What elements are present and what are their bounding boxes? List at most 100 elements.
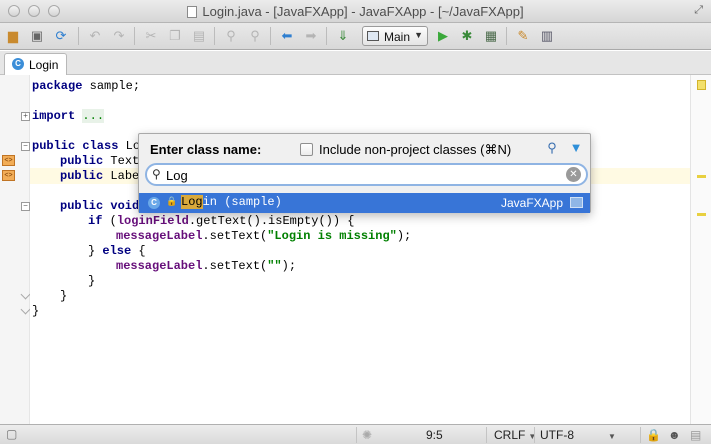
chevron-down-icon: ▼ (414, 30, 423, 40)
status-separator (486, 427, 487, 443)
coverage-icon[interactable]: ▦ (482, 27, 500, 45)
lock-icon[interactable]: 🔒 (646, 428, 661, 442)
code-line: } (88, 274, 96, 288)
line-separator-selector[interactable]: CRLF ▼ (494, 428, 536, 442)
result-item[interactable]: C 🔒 Login (sample) JavaFXApp (139, 193, 590, 213)
folded-imports[interactable]: ... (82, 109, 105, 123)
code-line: } (60, 289, 68, 303)
find-icon[interactable]: ⚲ (222, 27, 240, 45)
code-text: .setText( (202, 259, 268, 273)
inspector-icon[interactable]: ☻ (668, 428, 681, 442)
copy-icon[interactable]: ❐ (166, 27, 184, 45)
run-icon[interactable]: ▶ (434, 27, 452, 45)
toolbar-separator (326, 27, 327, 45)
status-separator (534, 427, 535, 443)
field-marker-icon[interactable]: <> (2, 155, 15, 166)
tool-windows-icon[interactable]: ▢ (6, 427, 17, 441)
result-name: Login (sample) (181, 195, 282, 209)
background-tasks-icon[interactable]: ✺ (362, 428, 372, 442)
fullscreen-icon[interactable]: ⤢ (694, 4, 703, 17)
editor-tab-bar: C Login (0, 51, 711, 75)
include-non-project-checkbox[interactable] (300, 143, 313, 156)
replace-icon[interactable]: ⚲ (246, 27, 264, 45)
encoding-selector[interactable]: UTF-8 ▼ (540, 428, 616, 442)
code-line: public class Lo (32, 139, 140, 154)
string-literal: "Login is missing" (267, 229, 397, 243)
module-icon (570, 197, 583, 208)
clear-icon[interactable]: ✕ (566, 167, 581, 182)
string-literal: "" (267, 259, 282, 273)
keyword: public (60, 169, 104, 183)
settings-icon[interactable]: ✎ (514, 27, 532, 45)
status-separator (356, 427, 357, 443)
code-line: if (loginField.getText().isEmpty()) { (88, 214, 354, 229)
goto-class-popup: Enter class name: Include non-project cl… (138, 133, 591, 213)
toolbar-separator (214, 27, 215, 45)
field-marker-icon[interactable]: <> (2, 170, 15, 181)
back-icon[interactable]: ⬅ (278, 27, 296, 45)
toolbar-separator (78, 27, 79, 45)
paste-icon[interactable]: ▤ (190, 27, 208, 45)
keyword: public (60, 154, 104, 168)
lock-icon: 🔒 (166, 196, 178, 206)
include-non-project-label[interactable]: Include non-project classes (⌘N) (319, 142, 511, 158)
code-text: .getText().isEmpty()) { (188, 214, 355, 228)
forward-icon[interactable]: ➡ (302, 27, 320, 45)
chevron-down-icon: ▼ (528, 432, 537, 441)
app-icon (367, 31, 379, 41)
error-stripe[interactable] (690, 75, 711, 424)
inspection-status-icon[interactable] (697, 80, 706, 90)
code-line: } (32, 304, 40, 318)
filter-icon[interactable]: ▼ (568, 140, 584, 156)
code-line: messageLabel.setText(""); (116, 259, 296, 274)
fold-collapse-icon[interactable]: − (21, 142, 30, 151)
toolbar-separator (134, 27, 135, 45)
class-search-input[interactable] (166, 167, 546, 183)
warning-marker[interactable] (697, 213, 706, 216)
title-bar: Login.java - [JavaFXApp] - JavaFXApp - [… (0, 0, 711, 23)
main-toolbar: ▆ ▣ ⟳ ↶ ↷ ✂ ❐ ▤ ⚲ ⚲ ⬅ ➡ ⇓ Main ▼ ▶ ✱ ▦ ✎… (0, 23, 711, 50)
keyword: if (88, 214, 103, 228)
search-options-icon[interactable]: ⚲ (544, 140, 560, 156)
caret-position[interactable]: 9:5 (426, 428, 443, 442)
keyword: public void (60, 199, 140, 213)
code-line: package sample; (32, 79, 140, 94)
class-search-box: ⚲ ✕ (145, 163, 588, 186)
code-text: Text (103, 154, 140, 168)
class-icon: C (148, 197, 160, 209)
editor-gutter (0, 75, 30, 424)
encoding-value: UTF-8 (540, 428, 574, 442)
field-ref: messageLabel (116, 229, 203, 243)
run-configuration-label: Main (384, 30, 411, 44)
save-icon[interactable]: ▣ (28, 27, 46, 45)
fold-expand-icon[interactable]: + (21, 112, 30, 121)
result-rest: in (sample) (202, 195, 282, 209)
fold-collapse-icon[interactable]: − (21, 202, 30, 211)
make-project-icon[interactable]: ⇓ (334, 27, 352, 45)
event-log-icon[interactable]: ▤ (690, 428, 701, 442)
toolbar-separator (270, 27, 271, 45)
window-title-row: Login.java - [JavaFXApp] - JavaFXApp - [… (0, 4, 711, 19)
popup-title: Enter class name: (150, 142, 262, 157)
project-structure-icon[interactable]: ▥ (538, 27, 556, 45)
code-line: public void (60, 199, 139, 214)
run-configuration-select[interactable]: Main ▼ (362, 26, 428, 46)
warning-marker[interactable] (697, 175, 706, 178)
field-ref: messageLabel (116, 259, 203, 273)
tab-label: Login (29, 58, 59, 72)
debug-icon[interactable]: ✱ (458, 27, 476, 45)
tab-login[interactable]: C Login (4, 53, 67, 75)
redo-icon[interactable]: ↷ (110, 27, 128, 45)
open-folder-icon[interactable]: ▆ (4, 27, 22, 45)
sync-icon[interactable]: ⟳ (52, 27, 70, 45)
code-text: Lo (118, 139, 141, 153)
code-line: public Labe (60, 169, 139, 184)
chevron-down-icon: ▼ (608, 432, 616, 441)
status-separator (640, 427, 641, 443)
code-line: import ... (32, 109, 105, 124)
code-text: Labe (103, 169, 140, 183)
undo-icon[interactable]: ↶ (86, 27, 104, 45)
file-icon (187, 6, 198, 18)
cut-icon[interactable]: ✂ (142, 27, 160, 45)
code-line: messageLabel.setText("Login is missing")… (116, 229, 411, 244)
